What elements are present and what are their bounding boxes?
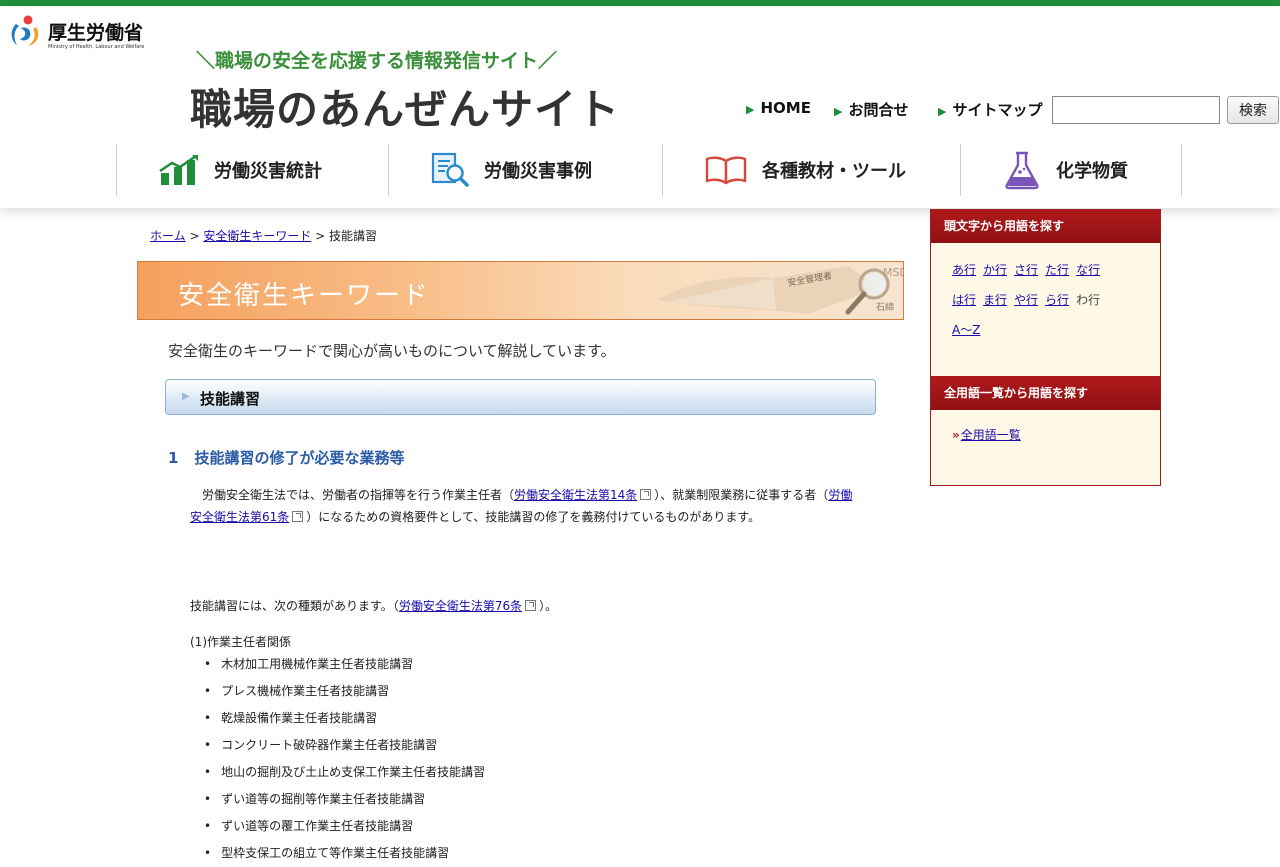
initial-link-a[interactable]: あ行: [952, 263, 976, 277]
mhlw-name: 厚生労働省: [48, 22, 144, 44]
all-terms-box: »全用語一覧: [931, 410, 1160, 450]
category-label: (1)作業主任者関係: [190, 635, 291, 649]
external-link-icon: [292, 511, 304, 522]
search-button[interactable]: 検索: [1227, 96, 1279, 124]
sidebar-initial-search: 頭文字から用語を探す あ行 か行 さ行 た行 な行 は行 ま行 や行 ら行 わ行 A～Z: [930, 209, 1161, 377]
banner-art-text: MSDS: [883, 266, 903, 279]
document-search-icon: [431, 152, 469, 187]
initial-link-alphabet[interactable]: A～Z: [952, 323, 980, 337]
intro-text: 安全衛生のキーワードで関心が高いものについて解説しています。: [168, 342, 616, 360]
list-item: 型枠支保工の組立て等作業主任者技能講習: [204, 840, 485, 867]
open-book-icon: [705, 156, 747, 185]
initial-link-ma[interactable]: ま行: [983, 293, 1007, 307]
list-item: コンクリート破砕器作業主任者技能講習: [204, 732, 485, 759]
global-nav: 労働災害統計 労働災害事例 各種教材・ツール 化学物質: [116, 144, 1182, 196]
home-link[interactable]: ▶ HOME: [746, 99, 811, 117]
breadcrumb-separator: >: [311, 229, 330, 243]
section-title: 技能講習: [200, 390, 261, 408]
initial-link-ka[interactable]: か行: [983, 263, 1007, 277]
nav-item-chemicals[interactable]: 化学物質: [1002, 144, 1128, 196]
section-heading-bar: ▶ 技能講習: [165, 379, 876, 415]
list-item: プレス機械作業主任者技能講習: [204, 678, 485, 705]
initial-link-sa[interactable]: さ行: [1014, 263, 1038, 277]
breadcrumb-current: 技能講習: [329, 229, 378, 243]
triangle-right-icon: ▶: [938, 105, 947, 118]
list-item: 木材加工用機械作業主任者技能講習: [204, 651, 485, 678]
external-link-icon: [525, 600, 537, 611]
double-chevron-right-icon: »: [952, 428, 960, 442]
course-list: 木材加工用機械作業主任者技能講習 プレス機械作業主任者技能講習 乾燥設備作業主任…: [204, 651, 485, 867]
banner-art-text: 石綿: [876, 301, 894, 313]
mhlw-mark-icon: [11, 15, 39, 46]
page-banner: 安全衛生キーワード 安全管理者 MSDS 石綿: [137, 261, 904, 320]
sidebar-heading: 頭文字から用語を探す: [931, 210, 1160, 243]
contact-link[interactable]: ▶ お問合せ: [834, 99, 908, 120]
initial-link-na[interactable]: な行: [1076, 263, 1100, 277]
nav-divider: [388, 144, 389, 196]
sidebar-all-terms: 全用語一覧から用語を探す »全用語一覧: [930, 376, 1161, 486]
list-item: ずい道等の掘削等作業主任者技能講習: [204, 786, 485, 813]
bar-chart-icon: [159, 155, 198, 185]
search-input[interactable]: [1052, 96, 1220, 124]
triangle-right-icon: ▶: [834, 105, 843, 118]
initial-link-ya[interactable]: や行: [1014, 293, 1038, 307]
site-title-logo[interactable]: 職場のあんぜんサイト: [190, 76, 620, 137]
triangle-right-icon: ▶: [746, 103, 755, 116]
breadcrumb-home-link[interactable]: ホーム: [150, 229, 186, 243]
nav-divider: [960, 144, 961, 196]
body-paragraph-types: 技能講習には、次の種類があります。（労働安全衛生法第76条）。: [190, 599, 558, 613]
breadcrumb-separator: >: [185, 229, 204, 243]
all-terms-link[interactable]: 全用語一覧: [961, 428, 1021, 442]
nav-divider: [662, 144, 663, 196]
subsection-heading: 1 技能講習の修了が必要な業務等: [168, 449, 405, 467]
initial-link-ha[interactable]: は行: [952, 293, 976, 307]
list-item: 乾燥設備作業主任者技能講習: [204, 705, 485, 732]
nav-item-accident-statistics[interactable]: 労働災害統計: [158, 144, 322, 196]
page-title: 安全衛生キーワード: [178, 281, 431, 311]
nav-divider: [1181, 144, 1182, 196]
mhlw-logo[interactable]: 厚生労働省 Ministry of Health, Labour and Wel…: [8, 14, 188, 58]
nav-divider: [116, 144, 117, 196]
sidebar-heading: 全用語一覧から用語を探す: [931, 377, 1160, 410]
nav-item-materials-tools[interactable]: 各種教材・ツール: [704, 144, 906, 196]
initial-link-ra[interactable]: ら行: [1045, 293, 1069, 307]
nav-item-accident-cases[interactable]: 労働災害事例: [430, 144, 592, 196]
site-header: 厚生労働省 Ministry of Health, Labour and Wel…: [0, 6, 1280, 208]
initial-wa-disabled: わ行: [1076, 293, 1101, 307]
external-link-icon: [640, 489, 652, 500]
breadcrumb-keyword-link[interactable]: 安全衛生キーワード: [203, 229, 311, 243]
sitemap-link[interactable]: ▶ サイトマップ: [938, 99, 1042, 120]
initial-link-ta[interactable]: た行: [1045, 263, 1069, 277]
list-item: 地山の掘削及び土止め支保工作業主任者技能講習: [204, 759, 485, 786]
breadcrumb: ホーム > 安全衛生キーワード > 技能講習: [150, 227, 377, 244]
list-item: ずい道等の覆工作業主任者技能講習: [204, 813, 485, 840]
book-magnifier-illustration: 安全管理者 MSDS 石綿: [658, 266, 903, 315]
initials-list: あ行 か行 さ行 た行 な行 は行 ま行 や行 ら行 わ行 A～Z: [931, 243, 1160, 345]
law-article-14-link[interactable]: 労働安全衛生法第14条: [514, 488, 637, 502]
body-paragraph: 労働安全衛生法では、労働者の指揮等を行う作業主任者（労働安全衛生法第14条 ）、就…: [190, 488, 853, 524]
mhlw-name-en: Ministry of Health, Labour and Welfare: [48, 44, 145, 50]
triangle-right-icon: ▶: [182, 391, 190, 402]
flask-icon: [1005, 151, 1039, 190]
site-tagline: ＼職場の安全を応援する情報発信サイト／: [196, 50, 558, 72]
law-article-76-link[interactable]: 労働安全衛生法第76条: [399, 599, 522, 613]
